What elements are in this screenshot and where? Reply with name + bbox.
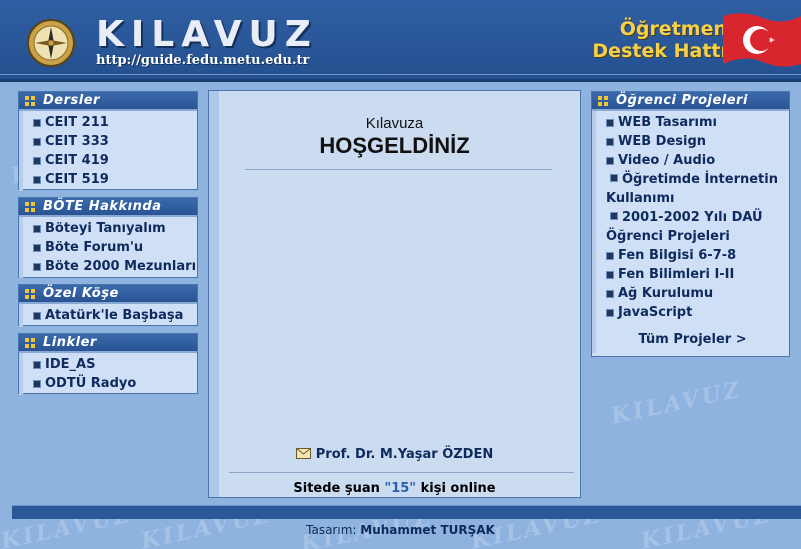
square-bullet-icon bbox=[610, 212, 618, 220]
bote-header: BÖTE Hakkında bbox=[19, 198, 197, 217]
square-bullet-icon bbox=[610, 174, 618, 182]
bote-item-tanıyalım[interactable]: Böteyi Tanıyalım bbox=[23, 219, 197, 238]
square-bullet-icon bbox=[33, 312, 41, 320]
square-bullet-icon bbox=[606, 157, 614, 165]
linkler-item-odtu-radyo[interactable]: ODTÜ Radyo bbox=[23, 374, 197, 393]
bote-item-forum[interactable]: Böte Forum'u bbox=[23, 238, 197, 257]
bullet-dots-icon bbox=[25, 95, 35, 106]
linkler-item-ide-as[interactable]: IDE_AS bbox=[23, 355, 197, 374]
credit-designer: Muhammet TURŞAK bbox=[360, 523, 495, 537]
projeler-item-web-design[interactable]: WEB Design bbox=[596, 132, 789, 151]
site-header: KILAVUZ http://guide.fedu.metu.edu.tr Öğ… bbox=[0, 0, 801, 82]
dersler-item-ceit-333[interactable]: CEIT 333 bbox=[23, 132, 197, 151]
footer-bar bbox=[12, 505, 801, 519]
projeler-item-internet[interactable]: Öğretimde İnternetin Kullanımı bbox=[596, 170, 789, 208]
author-name: Prof. Dr. M.Yaşar ÖZDEN bbox=[315, 447, 494, 462]
dersler-list: CEIT 211 CEIT 333 CEIT 419 CEIT 519 bbox=[19, 111, 197, 191]
projeler-item-video-audio[interactable]: Video / Audio bbox=[596, 151, 789, 170]
projeler-item-web-tasarimi[interactable]: WEB Tasarımı bbox=[596, 113, 789, 132]
bote-item-mezunlar[interactable]: Böte 2000 Mezunları bbox=[23, 257, 197, 276]
bullet-dots-icon bbox=[25, 288, 35, 299]
ozel-kose-list: Atatürk'le Başbaşa bbox=[19, 304, 197, 327]
online-counter: Sitede şuan "15" kişi online bbox=[209, 481, 580, 496]
projeler-item-ag-kurulumu[interactable]: Ağ Kurulumu bbox=[596, 284, 789, 303]
watermark: KILAVUZ bbox=[608, 376, 745, 430]
bote-list: Böteyi Tanıyalım Böte Forum'u Böte 2000 … bbox=[19, 217, 197, 278]
dersler-item-ceit-419[interactable]: CEIT 419 bbox=[23, 151, 197, 170]
design-credit: Tasarım: Muhammet TURŞAK bbox=[0, 523, 801, 537]
square-bullet-icon bbox=[33, 225, 41, 233]
turkish-flag-icon bbox=[723, 13, 801, 67]
square-bullet-icon bbox=[606, 290, 614, 298]
welcome-subtitle: Kılavuza bbox=[365, 115, 424, 132]
welcome-title: HOŞGELDİNİZ bbox=[319, 133, 470, 158]
dersler-header: Dersler bbox=[19, 92, 197, 111]
square-bullet-icon bbox=[33, 380, 41, 388]
site-title: KILAVUZ bbox=[96, 14, 318, 55]
square-bullet-icon bbox=[606, 119, 614, 127]
bote-title: BÖTE Hakkında bbox=[43, 199, 162, 214]
square-bullet-icon bbox=[606, 138, 614, 146]
square-bullet-icon bbox=[33, 176, 41, 184]
ozel-kose-box: Özel Köşe Atatürk'le Başbaşa bbox=[18, 284, 198, 327]
square-bullet-icon bbox=[33, 263, 41, 271]
linkler-header: Linkler bbox=[19, 334, 197, 353]
header-divider bbox=[0, 74, 801, 75]
square-bullet-icon bbox=[33, 361, 41, 369]
online-count: "15" bbox=[384, 481, 417, 496]
projeler-box: Öğrenci Projeleri WEB Tasarımı WEB Desig… bbox=[591, 91, 790, 357]
square-bullet-icon bbox=[33, 138, 41, 146]
linkler-title: Linkler bbox=[43, 335, 97, 350]
dersler-item-ceit-211[interactable]: CEIT 211 bbox=[23, 113, 197, 132]
online-prefix: Sitede şuan bbox=[293, 481, 380, 496]
all-projects-link[interactable]: Tüm Projeler > bbox=[596, 322, 789, 351]
bullet-dots-icon bbox=[598, 95, 608, 106]
linkler-list: IDE_AS ODTÜ Radyo bbox=[19, 353, 197, 395]
square-bullet-icon bbox=[33, 157, 41, 165]
envelope-icon bbox=[295, 448, 311, 459]
online-suffix: kişi online bbox=[420, 481, 496, 496]
ozel-kose-item-ataturk[interactable]: Atatürk'le Başbaşa bbox=[23, 306, 197, 325]
linkler-box: Linkler IDE_AS ODTÜ Radyo bbox=[18, 333, 198, 395]
square-bullet-icon bbox=[606, 309, 614, 317]
projeler-item-fen-bilgisi[interactable]: Fen Bilgisi 6-7-8 bbox=[596, 246, 789, 265]
projeler-item-javascript[interactable]: JavaScript bbox=[596, 303, 789, 322]
compass-icon bbox=[27, 19, 75, 67]
main-panel: Kılavuza HOŞGELDİNİZ Prof. Dr. M.Yaşar Ö… bbox=[208, 90, 581, 498]
divider bbox=[245, 169, 552, 170]
square-bullet-icon bbox=[33, 119, 41, 127]
projeler-title: Öğrenci Projeleri bbox=[616, 93, 748, 108]
divider bbox=[229, 472, 574, 473]
dersler-title: Dersler bbox=[43, 93, 100, 108]
credit-label: Tasarım: bbox=[306, 523, 357, 537]
projeler-item-fen-bilimleri[interactable]: Fen Bilimleri I-II bbox=[596, 265, 789, 284]
square-bullet-icon bbox=[606, 252, 614, 260]
bullet-dots-icon bbox=[25, 201, 35, 212]
ozel-kose-title: Özel Köşe bbox=[43, 286, 119, 301]
dersler-item-ceit-519[interactable]: CEIT 519 bbox=[23, 170, 197, 189]
bote-box: BÖTE Hakkında Böteyi Tanıyalım Böte Foru… bbox=[18, 197, 198, 278]
square-bullet-icon bbox=[606, 271, 614, 279]
hotline-line2: Destek Hattı bbox=[592, 40, 727, 62]
projeler-item-dau[interactable]: 2001-2002 Yılı DAÜ Öğrenci Projeleri bbox=[596, 208, 789, 246]
site-url[interactable]: http://guide.fedu.metu.edu.tr bbox=[96, 53, 309, 68]
ozel-kose-header: Özel Köşe bbox=[19, 285, 197, 304]
hotline-title: Öğretmen Destek Hattı bbox=[592, 18, 727, 62]
dersler-box: Dersler CEIT 211 CEIT 333 CEIT 419 CEIT … bbox=[18, 91, 198, 191]
hotline-line1: Öğretmen bbox=[619, 18, 727, 40]
bullet-dots-icon bbox=[25, 337, 35, 348]
projeler-list: WEB Tasarımı WEB Design Video / Audio Öğ… bbox=[592, 111, 789, 353]
square-bullet-icon bbox=[33, 244, 41, 252]
projeler-header: Öğrenci Projeleri bbox=[592, 92, 789, 111]
author-link[interactable]: Prof. Dr. M.Yaşar ÖZDEN bbox=[209, 447, 580, 462]
